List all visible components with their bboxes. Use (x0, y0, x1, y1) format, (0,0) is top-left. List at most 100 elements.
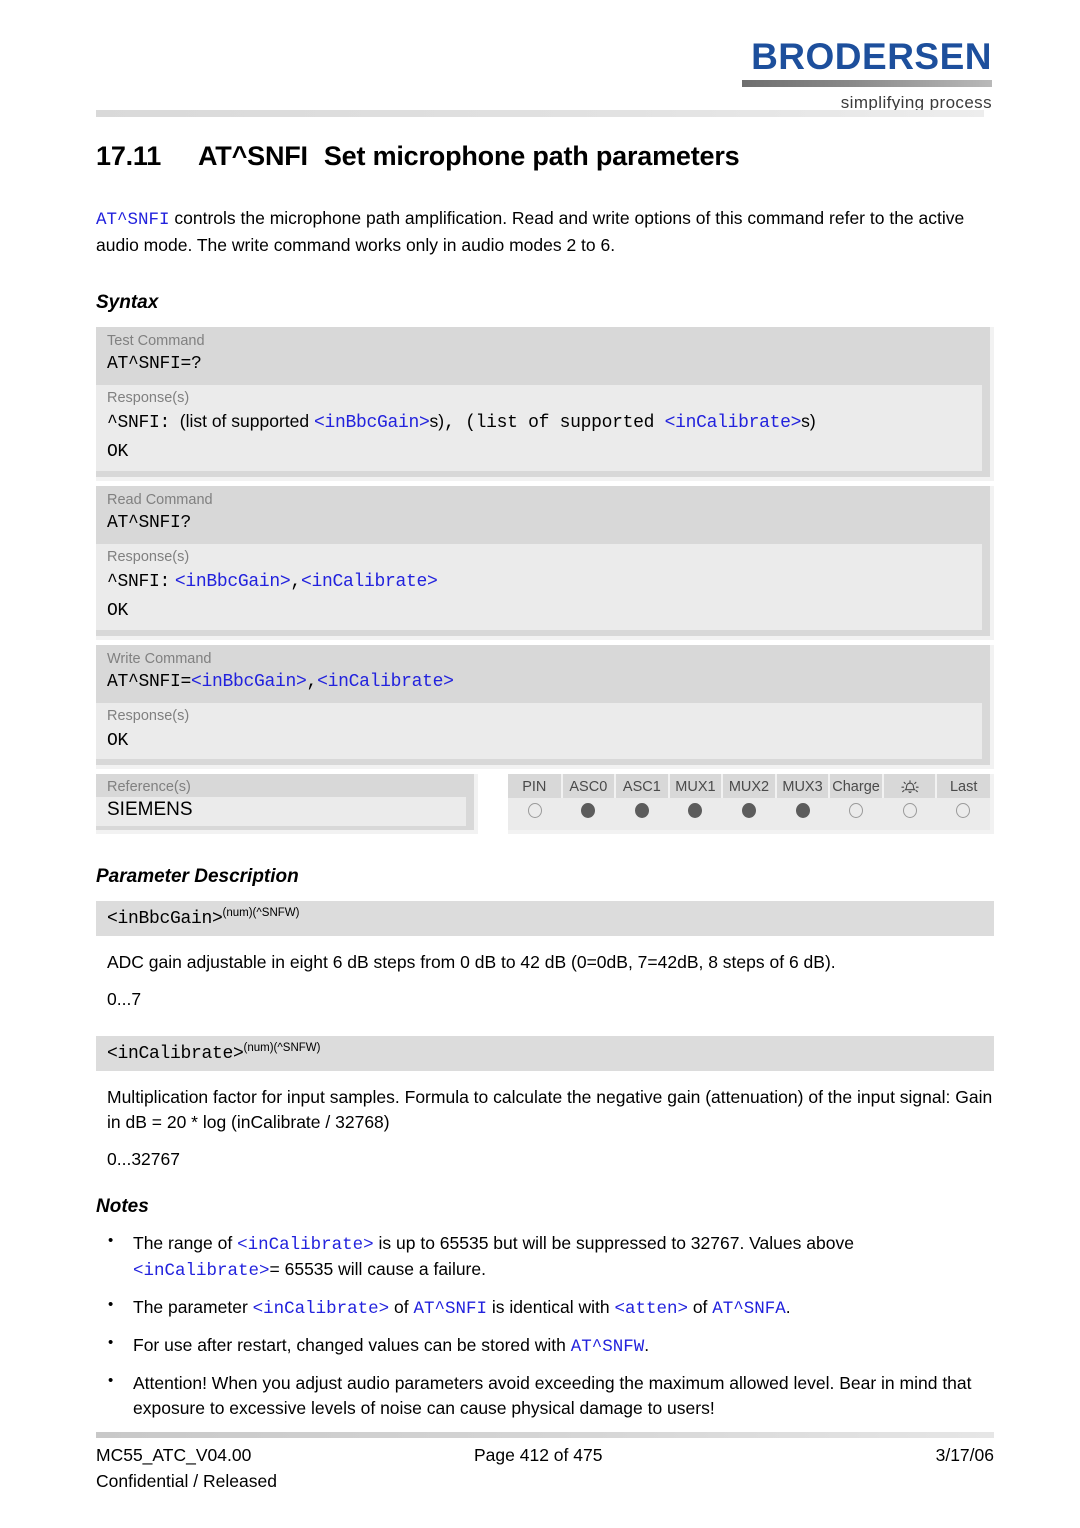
write-command-param2: <inCalibrate> (317, 671, 454, 692)
parameter-range-inbbcgain: 0...7 (107, 988, 142, 1009)
section-number: 17.11 (96, 141, 162, 171)
state-dot-empty-charge (849, 803, 864, 819)
signal-col-mux2: MUX2 (722, 774, 777, 799)
read-response-sep: , (290, 571, 301, 592)
logo-bar (742, 80, 992, 87)
signal-col-mux1: MUX1 (668, 774, 724, 799)
note-0-p1: <inCalibrate> (237, 1234, 374, 1255)
reference-cell: Reference(s) SIEMENS (96, 774, 478, 835)
footer-main-row: MC55_ATC_V04.00 Page 412 of 475 3/17/06 (96, 1445, 994, 1469)
state-dot-filled-asc0 (581, 803, 596, 819)
write-command-param1: <inBbcGain> (191, 671, 307, 692)
read-response-line: ^SNFI: <inBbcGain>,<inCalibrate> (96, 567, 982, 596)
note-1-p4: AT^SNFA (712, 1299, 786, 1320)
signal-state-asc1 (615, 798, 669, 831)
footer-page: Page 412 of 475 (474, 1445, 603, 1465)
state-dot-filled-mux3 (795, 803, 810, 819)
note-1-t4: of (687, 1297, 713, 1318)
note-2-p1: AT^SNFW (570, 1337, 645, 1358)
note-1-p1: <inCalibrate> (252, 1299, 390, 1320)
write-ok-text: OK (107, 730, 129, 751)
write-command-label: Write Command (107, 650, 212, 667)
syntax-table: Test Command AT^SNFI=? Response(s) ^SNFI… (96, 327, 994, 836)
note-2-t2: . (644, 1335, 650, 1356)
test-response-param2: <inCalibrate> (664, 413, 802, 434)
title-text: Set microphone path parameters (323, 141, 740, 171)
signal-col-alarm (882, 774, 938, 799)
test-response-line: ^SNFI: (list of supported <inBbcGain>s),… (96, 408, 982, 437)
footer-document: MC55_ATC_V04.00 (96, 1445, 252, 1465)
note-item: For use after restart, changed values ca… (96, 1332, 994, 1360)
write-response-ok: OK (96, 726, 982, 755)
signal-support-table: PIN ASC0 ASC1 MUX1 MUX2 MUX3 Charge Last (508, 774, 994, 835)
signal-state-row (508, 798, 990, 831)
intro-command: AT^SNFI (96, 210, 170, 231)
signal-col-mux3: MUX3 (775, 774, 831, 799)
test-response-box: Response(s) ^SNFI: (list of supported <i… (96, 385, 982, 471)
parameter-description-heading: Parameter Description (96, 866, 299, 888)
footer-date: 3/17/06 (935, 1445, 994, 1465)
state-dot-empty-last (956, 803, 971, 819)
parameter-body-inbbcgain: ADC gain adjustable in eight 6 dB steps … (107, 952, 836, 973)
note-3-t1: Attention! When you adjust audio paramet… (133, 1372, 972, 1418)
param-sup-incalibrate: (num)(^SNFW) (243, 1041, 321, 1054)
test-response-mid3: , (list of supported (444, 413, 665, 434)
read-response-prefix: ^SNFI: (107, 571, 171, 592)
state-dot-filled-mux2 (741, 803, 756, 819)
parameter-range-incalibrate: 0...32767 (107, 1148, 180, 1169)
signal-col-pin: PIN (508, 774, 563, 799)
signal-col-charge: Charge (829, 774, 884, 799)
param-name-inbbcgain: <inBbcGain> (107, 909, 223, 930)
param-sup-inbbcgain: (num)(^SNFW) (222, 907, 300, 920)
signal-table: PIN ASC0 ASC1 MUX1 MUX2 MUX3 Charge Last (508, 774, 990, 831)
footer-divider (96, 1432, 994, 1438)
write-command-block: Write Command AT^SNFI=<inBbcGain>,<inCal… (96, 644, 994, 770)
test-response-label: Response(s) (107, 390, 190, 407)
signal-col-last: Last (936, 774, 990, 799)
signal-state-pin (508, 798, 562, 831)
note-1-p3: <atten> (614, 1299, 688, 1320)
note-0-t1: The range of (133, 1232, 238, 1253)
test-response-param1: <inBbcGain> (313, 413, 430, 434)
alarm-bell-icon (899, 779, 921, 795)
read-response-box: Response(s) ^SNFI: <inBbcGain>,<inCalibr… (96, 543, 982, 630)
signal-state-mux3 (775, 798, 830, 831)
signal-state-mux1 (668, 798, 723, 831)
read-response-label: Response(s) (107, 548, 190, 565)
reference-label: Reference(s) (107, 779, 191, 796)
parameter-body-incalibrate: Multiplication factor for input samples.… (107, 1086, 993, 1132)
page-footer: MC55_ATC_V04.00 Page 412 of 475 3/17/06 … (96, 1432, 994, 1492)
reference-row: Reference(s) SIEMENS PIN ASC0 ASC1 MUX1 … (96, 774, 994, 836)
parameter-header-inbbcgain: <inBbcGain>(num)(^SNFW) (96, 901, 994, 937)
page-title: 17.11 AT^SNFI Set microphone path paramete… (96, 140, 994, 172)
note-2-t1: For use after restart, changed values ca… (133, 1335, 571, 1356)
note-1-t1: The parameter (133, 1297, 253, 1318)
write-command-syntax: AT^SNFI=<inBbcGain>,<inCalibrate> (96, 669, 990, 703)
signal-col-asc1: ASC1 (615, 774, 670, 799)
state-dot-empty-pin (527, 803, 542, 819)
title-command: AT^SNFI (198, 141, 308, 171)
brodersen-logo: BRODERSEN simplifying process (742, 38, 992, 113)
signal-header-row: PIN ASC0 ASC1 MUX1 MUX2 MUX3 Charge Last (508, 774, 990, 799)
note-item: The range of <inCalibrate> is up to 6553… (96, 1230, 994, 1285)
signal-state-mux2 (722, 798, 776, 831)
test-command-label: Test Command (107, 333, 205, 350)
note-0-t3: = 65535 will cause a failure. (269, 1259, 486, 1280)
write-command-text: AT^SNFI= (107, 671, 192, 692)
note-1-t3: is identical with (487, 1297, 615, 1318)
read-response-param2: <inCalibrate> (300, 571, 438, 592)
read-response-param1: <inBbcGain> (174, 571, 291, 592)
signal-state-last (936, 798, 990, 831)
note-0-t2: is up to 65535 but will be suppressed to… (373, 1232, 854, 1253)
test-response-mid4: s) (801, 411, 816, 432)
note-item: The parameter <inCalibrate> of AT^SNFI i… (96, 1294, 994, 1322)
document-page: BRODERSEN simplifying process 17.11 AT^SN… (0, 0, 1080, 1528)
test-command-block: Test Command AT^SNFI=? Response(s) ^SNFI… (96, 327, 994, 481)
footer-classification: Confidential / Released (96, 1471, 277, 1491)
intro-text: controls the microphone path amplificati… (96, 208, 965, 256)
test-ok-text: OK (107, 442, 129, 463)
page-header: BRODERSEN simplifying process (0, 0, 1080, 118)
read-command-text: AT^SNFI? (107, 512, 192, 533)
notes-heading: Notes (96, 1195, 149, 1217)
test-response-prefix: ^SNFI: (107, 413, 171, 434)
